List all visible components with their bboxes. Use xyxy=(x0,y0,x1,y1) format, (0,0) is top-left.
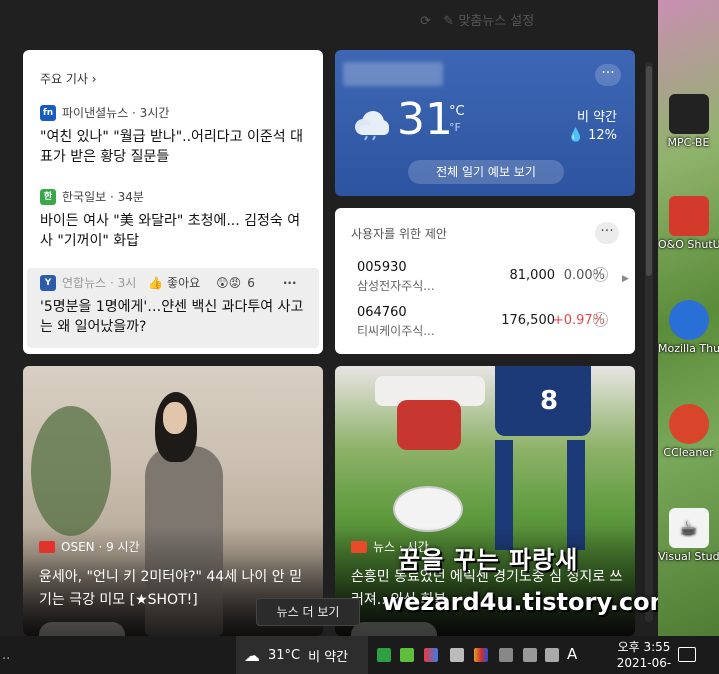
cloud-rain-icon xyxy=(355,111,389,141)
personalize-link[interactable]: ⟳ ✎ 맞춤뉴스 설정 xyxy=(420,10,534,29)
suggestions-more-button[interactable]: ··· xyxy=(595,222,619,244)
unit-celsius[interactable]: °C xyxy=(449,104,465,119)
news-logo-icon xyxy=(351,540,367,553)
desktop-icon-shutup10[interactable]: O&O ShutUp10 xyxy=(658,196,719,251)
see-more-news-tooltip: 뉴스 더 보기 xyxy=(256,598,360,626)
desktop-icon-label: MPC-BE xyxy=(667,136,710,149)
reaction-emoji-icon[interactable]: 😲😡 xyxy=(216,276,241,290)
plant-image xyxy=(31,406,111,536)
app-tray-icon[interactable] xyxy=(474,648,488,662)
v-tray-icon[interactable] xyxy=(400,648,414,662)
story-title[interactable]: "여친 있나" "월급 받나"..어리다고 이준석 대표가 받은 황당 질문들 xyxy=(40,127,310,167)
watermark-url: wezard4u.tistory.com xyxy=(382,588,658,616)
story-item[interactable]: Y 연합뉴스 · 3시 👍 좋아요 😲😡 6 ··· '5명분을 1명에게'…얀… xyxy=(40,274,310,337)
taskbar-condition: 비 약간 xyxy=(308,649,349,665)
desktop-icon-label: O&O ShutUp10 xyxy=(658,238,719,251)
clock[interactable]: 오후 3:55 2021-06-13 xyxy=(612,639,676,674)
like-button[interactable]: 👍 좋아요 xyxy=(148,274,200,291)
story-source: 한국일보 · 34분 xyxy=(62,190,144,204)
like-label: 좋아요 xyxy=(167,276,201,290)
more-options-button[interactable]: ··· xyxy=(283,276,297,290)
usb-tray-icon[interactable] xyxy=(450,648,464,662)
desktop-icon-label: Visual Studio Code-V... xyxy=(658,550,719,563)
desktop-icon-ccleaner[interactable]: CCleaner xyxy=(658,404,719,459)
news-and-interests-panel: ⟳ ✎ 맞춤뉴스 설정 주요 기사 › fn 파이낸셜뉴스 · 3시간 "여친 있… xyxy=(0,0,658,636)
card-source: OSEN · 9 시간 xyxy=(39,538,140,555)
taskbar-left-text: .. xyxy=(2,648,11,663)
desktop-icon-label: CCleaner xyxy=(663,446,714,459)
notification-center-icon[interactable] xyxy=(678,647,696,662)
person-face-image xyxy=(163,402,187,434)
full-forecast-button[interactable]: 전체 일기 예보 보기 xyxy=(408,160,564,184)
keyboard-tray-icon[interactable] xyxy=(499,648,513,662)
stock-row[interactable]: 005930 삼성전자주식... 81,000 0.00% + xyxy=(357,260,619,294)
clock-date: 2021-06-13 xyxy=(616,656,672,674)
story-item[interactable]: fn 파이낸셜뉴스 · 3시간 "여친 있나" "월급 받나"..어리다고 이준석… xyxy=(40,104,310,167)
location-blurred xyxy=(343,62,443,86)
desktop-icon-mpc-be[interactable]: MPC-BE xyxy=(658,94,719,149)
clock-time: 오후 3:55 xyxy=(617,640,671,654)
story-item[interactable]: 한 한국일보 · 34분 바이든 여사 "美 와달라" 초청에... 김정숙 여사… xyxy=(40,188,310,251)
suggestions-card: 사용자를 위한 제안 ··· 005930 삼성전자주식... 81,000 0… xyxy=(335,208,635,354)
story-source: 파이낸셜뉴스 · 3시간 xyxy=(62,106,170,120)
image-news-card[interactable]: OSEN · 9 시간 윤세아, "언니 키 2미터야?" 44세 나이 안 믿… xyxy=(23,366,323,636)
temp-unit-toggle[interactable]: °C °F xyxy=(449,104,465,136)
top-stories-header[interactable]: 주요 기사 › xyxy=(40,70,97,87)
desktop-icon-vscode[interactable]: ☕ Visual Studio Code-V... xyxy=(658,508,719,563)
reaction-count: 6 xyxy=(247,275,255,290)
add-stock-icon[interactable]: + xyxy=(593,312,608,327)
taskbar: .. ☁ 31°C 비 약간 A 오후 3:55 2021-06-13 xyxy=(0,636,719,674)
watermark-text: 꿈을 꾸는 파랑새 xyxy=(398,546,579,574)
personalize-label[interactable]: 맞춤뉴스 설정 xyxy=(458,14,534,29)
shutup-icon xyxy=(668,196,709,236)
network-tray-icon[interactable] xyxy=(523,648,537,662)
add-stock-icon[interactable]: + xyxy=(593,267,608,282)
scrollbar-thumb[interactable] xyxy=(646,66,652,276)
desktop-icon-label: Mozilla Thunderbird xyxy=(658,342,719,355)
volume-icon[interactable] xyxy=(545,648,559,662)
ime-indicator[interactable]: A xyxy=(567,645,577,663)
story-source: 연합뉴스 · 3시 xyxy=(62,276,137,290)
suggestions-header: 사용자를 위한 제안 xyxy=(351,227,447,241)
hankook-logo-icon: 한 xyxy=(40,188,56,205)
temperature: 31 xyxy=(397,94,453,145)
precipitation: 💧 12% xyxy=(567,128,617,143)
desktop-background: MPC-BE O&O ShutUp10 Mozilla Thunderbird … xyxy=(658,0,719,636)
next-arrow-icon[interactable]: ▶ xyxy=(622,274,629,284)
unit-fahrenheit[interactable]: °F xyxy=(449,121,461,134)
yonhap-logo-icon: Y xyxy=(40,274,56,291)
desktop-icon-thunderbird[interactable]: Mozilla Thunderbird xyxy=(658,300,719,355)
story-title[interactable]: '5명분을 1명에게'…얀센 백신 과다투여 사고는 왜 일어났을까? xyxy=(40,297,310,337)
thunderbird-icon xyxy=(668,300,709,340)
clapperboard-icon xyxy=(668,94,709,134)
taskbar-temp: 31°C xyxy=(268,647,301,663)
news-and-interests-button[interactable]: ☁ 31°C 비 약간 xyxy=(236,636,368,674)
stock-row[interactable]: 064760 티씨케이주식... 176,500 +0.97% + xyxy=(357,305,619,339)
cloud-rain-icon: ☁ xyxy=(244,645,260,665)
weather-condition: 비 약간 xyxy=(576,110,617,125)
java-icon: ☕ xyxy=(668,508,709,548)
card-source-text: OSEN · 9 시간 xyxy=(61,540,140,554)
fn-logo-icon: fn xyxy=(40,104,56,121)
osen-logo-icon xyxy=(39,540,55,553)
top-stories-card: 주요 기사 › fn 파이낸셜뉴스 · 3시간 "여친 있나" "월급 받나"..… xyxy=(23,50,323,354)
like-button[interactable] xyxy=(351,622,437,636)
weather-card[interactable]: ··· 31 °C °F 비 약간 💧 12% 전체 일기 예보 보기 xyxy=(335,50,635,196)
checkmark-tray-icon[interactable] xyxy=(377,648,391,662)
ccleaner-icon xyxy=(668,404,709,444)
player-red-shorts-image xyxy=(397,400,461,450)
like-button[interactable] xyxy=(39,622,125,636)
story-title[interactable]: 바이든 여사 "美 와달라" 초청에... 김정숙 여사 "기꺼이" 화답 xyxy=(40,211,310,251)
color-tray-icon[interactable] xyxy=(424,648,438,662)
jersey-number: 8 xyxy=(540,386,559,416)
weather-more-button[interactable]: ··· xyxy=(595,64,621,86)
